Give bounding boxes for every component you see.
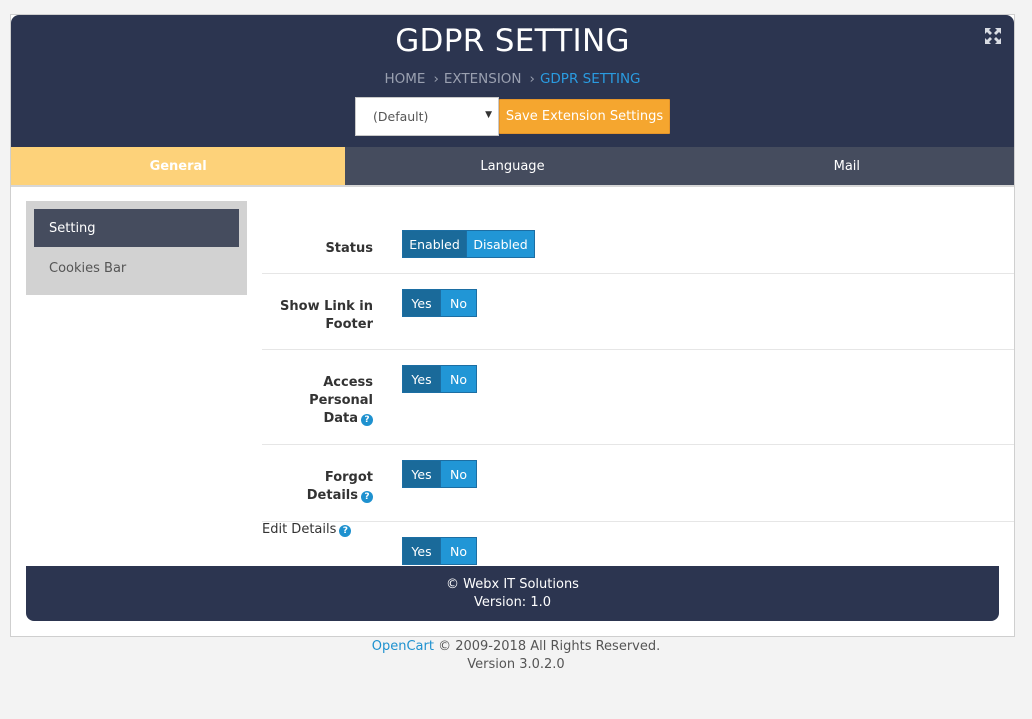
breadcrumb: HOME › EXTENSION › GDPR SETTING <box>11 71 1014 87</box>
settings-form: Status Enabled Disabled Show Link in Foo… <box>262 201 1014 572</box>
help-icon[interactable]: ? <box>339 525 352 537</box>
module-footer: © Webx IT Solutions Version: 1.0 <box>26 566 999 621</box>
access-personal-data-no-button[interactable]: No <box>441 365 477 393</box>
label-line: Show Link in <box>280 299 373 314</box>
extension-panel: GDPR SETTING HOME › EXTENSION › GDPR SETTING… <box>10 14 1015 637</box>
module-copyright: © Webx IT Solutions <box>446 577 579 592</box>
status-row: Status Enabled Disabled <box>262 201 1014 274</box>
show-link-footer-no-button[interactable]: No <box>441 289 477 317</box>
label-text: Details <box>306 488 358 503</box>
edit-details-label: Edit Details? <box>262 522 372 537</box>
show-link-footer-row: Show Link in Footer Yes No <box>262 274 1014 350</box>
breadcrumb-current[interactable]: GDPR SETTING <box>540 71 641 87</box>
label-text: Edit Details <box>262 522 337 537</box>
edit-details-yes-button[interactable]: Yes <box>402 537 441 565</box>
edit-details-no-button[interactable]: No <box>441 537 477 565</box>
page-title: GDPR SETTING <box>395 23 630 59</box>
access-personal-data-label: Access Personal Data? <box>268 374 373 428</box>
label-line: Data? <box>268 410 373 428</box>
store-select-value: (Default) <box>373 109 429 124</box>
forgot-details-toggle: Yes No <box>402 460 477 488</box>
tab-general[interactable]: General <box>11 147 346 185</box>
label-line: Details? <box>268 487 373 505</box>
tab-language[interactable]: Language <box>345 147 679 185</box>
access-personal-data-yes-button[interactable]: Yes <box>402 365 441 393</box>
forgot-details-label: Forgot Details? <box>268 469 373 505</box>
chevron-down-icon: ▼ <box>485 110 492 120</box>
help-icon[interactable]: ? <box>361 414 373 426</box>
forgot-details-no-button[interactable]: No <box>441 460 477 488</box>
forgot-details-row: Forgot Details? Yes No <box>262 445 1014 522</box>
module-version: Version: 1.0 <box>474 595 551 610</box>
access-personal-data-row: Access Personal Data? Yes No <box>262 350 1014 445</box>
show-link-footer-toggle: Yes No <box>402 289 477 317</box>
label-line: Footer <box>325 317 373 332</box>
opencart-link[interactable]: OpenCart <box>372 639 434 654</box>
tab-bar: General Language Mail <box>11 147 1014 185</box>
sidebar-item-cookies-bar[interactable]: Cookies Bar <box>34 249 239 287</box>
breadcrumb-separator: › <box>529 71 535 87</box>
edit-details-row: Edit Details? Yes No <box>262 522 1014 572</box>
copyright-text: © 2009-2018 All Rights Reserved. <box>438 639 661 654</box>
label-line: Forgot <box>324 470 373 485</box>
show-link-footer-label: Show Link in Footer <box>268 298 373 334</box>
status-disabled-button[interactable]: Disabled <box>467 230 535 258</box>
access-personal-data-toggle: Yes No <box>402 365 477 393</box>
save-extension-settings-button[interactable]: Save Extension Settings <box>499 99 670 134</box>
tab-mail[interactable]: Mail <box>680 147 1014 185</box>
settings-sidebar: Setting Cookies Bar <box>26 201 247 295</box>
page-footer: OpenCart © 2009-2018 All Rights Reserved… <box>0 638 1032 674</box>
status-enabled-button[interactable]: Enabled <box>402 230 467 258</box>
expand-icon[interactable] <box>984 27 1002 45</box>
breadcrumb-separator: › <box>433 71 439 87</box>
breadcrumb-extension[interactable]: EXTENSION <box>444 71 522 87</box>
page-header: GDPR SETTING HOME › EXTENSION › GDPR SETTING… <box>11 15 1014 147</box>
status-label: Status <box>325 241 373 256</box>
show-link-footer-yes-button[interactable]: Yes <box>402 289 441 317</box>
label-text: Data <box>323 411 358 426</box>
platform-version: Version 3.0.2.0 <box>467 657 565 672</box>
label-line: Access <box>323 375 373 390</box>
status-toggle: Enabled Disabled <box>402 230 535 258</box>
store-select[interactable]: (Default) ▼ <box>355 97 499 136</box>
copyright-line: OpenCart © 2009-2018 All Rights Reserved… <box>0 638 1032 656</box>
forgot-details-yes-button[interactable]: Yes <box>402 460 441 488</box>
label-line: Personal <box>309 393 373 408</box>
tab-divider <box>11 185 1014 187</box>
help-icon[interactable]: ? <box>361 491 373 503</box>
breadcrumb-home[interactable]: HOME <box>384 71 425 87</box>
edit-details-toggle: Yes No <box>402 537 477 565</box>
sidebar-item-setting[interactable]: Setting <box>34 209 239 247</box>
